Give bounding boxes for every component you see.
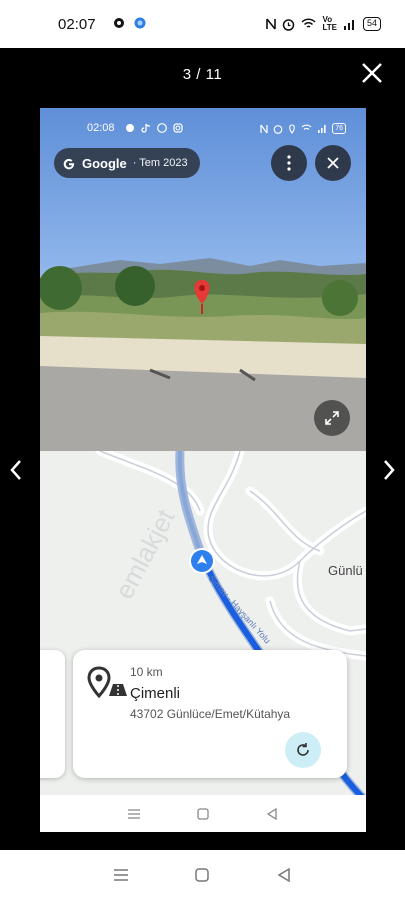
image-counter: 3 / 11 (182, 66, 223, 83)
refresh-button[interactable] (285, 732, 321, 768)
watermark: emlakjet (109, 504, 181, 604)
street-view-close-button[interactable] (315, 145, 351, 181)
street-view-panorama[interactable]: 02:08 76 Google · Tem 2023 (40, 108, 366, 451)
home-icon (195, 868, 210, 882)
map-pin-icon (87, 666, 127, 699)
signal-icon (343, 20, 354, 30)
recents-icon (113, 869, 128, 881)
status-time: 02:07 (58, 15, 96, 33)
inner-recents-button[interactable] (124, 804, 144, 824)
back-icon (266, 807, 277, 820)
instagram-icon (173, 123, 183, 133)
mute-icon (260, 124, 268, 133)
app-icon (134, 17, 146, 29)
road-label: Simav - Hayşanlı Yolu (207, 574, 273, 646)
alarm-icon (273, 124, 283, 134)
battery-indicator: 54 (362, 17, 381, 31)
inner-home-button[interactable] (193, 804, 213, 824)
place-name: Çimenli (130, 685, 181, 702)
volte-label: Vo LTE (322, 15, 337, 32)
signal-icon (318, 125, 326, 133)
inner-status-bar: 02:08 76 (40, 122, 366, 138)
refresh-icon (297, 743, 309, 756)
back-button[interactable] (274, 865, 294, 885)
settings-icon (126, 124, 134, 132)
inner-status-time: 02:08 (87, 122, 115, 134)
more-vert-icon (287, 155, 291, 171)
status-bar: 02:07 Vo LTE 54 (0, 0, 405, 48)
recents-icon (128, 808, 141, 819)
settings-icon (114, 18, 124, 28)
alarm-icon (283, 18, 295, 31)
wifi-icon (301, 18, 317, 28)
expand-icon (325, 411, 339, 425)
capture-date: · Tem 2023 (132, 157, 188, 169)
back-icon (277, 868, 290, 882)
inner-battery: 76 (332, 123, 346, 134)
chevron-left-icon[interactable] (8, 458, 24, 482)
more-options-button[interactable] (271, 145, 307, 181)
pinterest-icon (157, 123, 167, 133)
system-nav-bar (0, 850, 405, 900)
wifi-icon (301, 124, 312, 130)
home-icon (197, 807, 209, 820)
place-card[interactable]: 10 km Çimenli 43702 Günlüce/Emet/Kütahya (73, 650, 347, 778)
close-icon (327, 157, 339, 169)
location-icon (289, 123, 295, 134)
place-address: 43702 Günlüce/Emet/Kütahya (130, 707, 291, 721)
chevron-right-icon[interactable] (381, 458, 397, 482)
google-g-icon (63, 158, 75, 170)
map-label-gunluce: Günlü (328, 563, 363, 578)
inner-nav-bar (40, 795, 366, 832)
place-distance: 10 km (130, 665, 163, 679)
expand-button[interactable] (314, 400, 350, 436)
gallery-image[interactable]: 02:08 76 Google · Tem 2023 Simav - Hayşa… (40, 108, 366, 832)
google-date-pill[interactable]: Google · Tem 2023 (54, 148, 200, 178)
previous-place-card[interactable] (40, 650, 65, 778)
home-button[interactable] (192, 865, 212, 885)
inner-back-button[interactable] (262, 804, 282, 824)
mute-icon (266, 18, 277, 30)
recents-button[interactable] (111, 865, 131, 885)
google-brand: Google (82, 155, 127, 171)
close-icon[interactable] (359, 60, 385, 86)
location-arrow-icon (189, 548, 215, 574)
tiktok-icon (141, 123, 151, 133)
